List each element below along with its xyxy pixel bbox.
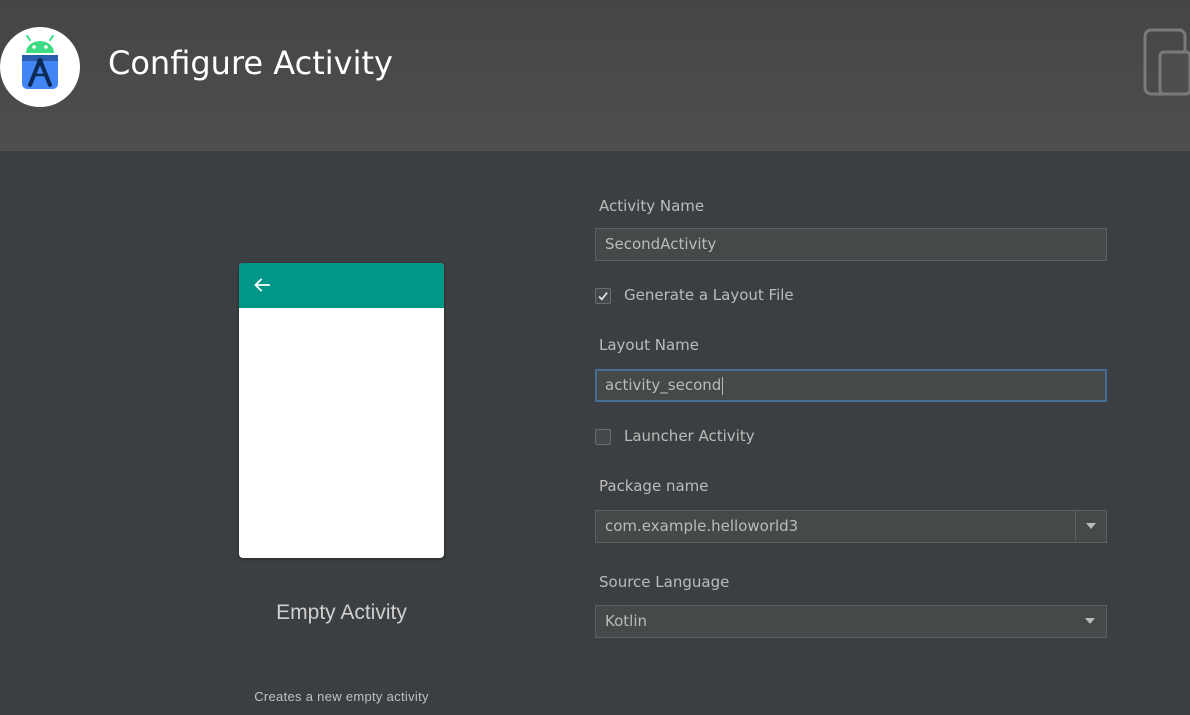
checkbox-checked-icon[interactable] [595,288,611,304]
source-language-value: Kotlin [605,612,647,630]
chevron-down-icon [1085,618,1095,624]
arrow-back-icon [252,275,272,295]
template-description: Creates a new empty activity [254,689,429,704]
package-name-label: Package name [599,477,709,495]
source-language-select[interactable]: Kotlin [595,605,1107,638]
source-language-label: Source Language [599,573,730,591]
layout-name-label: Layout Name [599,336,700,354]
launcher-activity-label: Launcher Activity [624,427,755,445]
layout-name-value: activity_second [605,376,722,394]
checkbox-unchecked-icon[interactable] [595,429,611,445]
activity-name-input[interactable]: SecondActivity [595,228,1107,261]
dialog-header: Configure Activity [0,0,1190,151]
generate-layout-label: Generate a Layout File [624,286,794,304]
chevron-down-icon [1086,523,1096,529]
activity-name-value: SecondActivity [605,235,717,253]
package-name-dropdown-button[interactable] [1075,511,1106,542]
source-language-dropdown-button[interactable] [1075,606,1106,637]
activity-template-preview [239,263,444,558]
preview-app-bar [239,263,444,308]
dialog-title: Configure Activity [108,44,393,82]
device-frame-icon [1140,22,1190,102]
layout-name-input[interactable]: activity_second [595,369,1107,402]
template-name: Empty Activity [276,601,407,624]
text-caret [722,376,724,395]
android-studio-logo-icon [0,27,80,107]
package-name-combobox[interactable]: com.example.helloworld3 [595,510,1107,543]
package-name-value: com.example.helloworld3 [605,517,799,535]
activity-name-label: Activity Name [599,197,705,215]
